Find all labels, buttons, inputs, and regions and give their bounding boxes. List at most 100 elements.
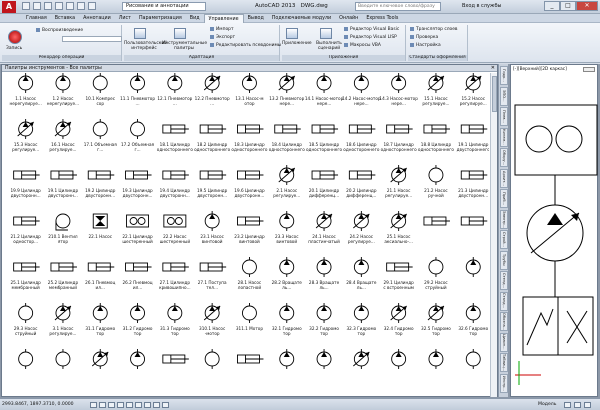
- symbol-tile[interactable]: 32.5 Гидромотор: [421, 303, 451, 336]
- app-logo-icon[interactable]: A: [2, 1, 16, 13]
- transparency-icon[interactable]: [162, 402, 169, 408]
- tab-annotate[interactable]: Аннотации: [79, 14, 115, 23]
- tab-express-tools[interactable]: Express Tools: [362, 14, 402, 23]
- symbol-tile[interactable]: 11.1 Пневмотор...: [120, 73, 155, 106]
- symbol-tile[interactable]: 32.1 Гидромотор: [272, 303, 302, 336]
- tab-manage[interactable]: Управление: [203, 13, 244, 23]
- symbol-tile[interactable]: 20.1 Цилиндрдифференц...: [309, 170, 340, 198]
- symbol-tile[interactable]: [204, 349, 220, 369]
- symbol-tile[interactable]: 25.1 Цилиндрмембранный: [10, 262, 41, 290]
- vba-macros-button[interactable]: Макросы VBA: [344, 43, 381, 48]
- vlisp-editor-button[interactable]: Редактор Visual LISP: [344, 35, 397, 40]
- save-as-icon[interactable]: [55, 2, 63, 10]
- vb-editor-button[interactable]: Редактор Visual Basic: [344, 27, 399, 32]
- palette-tab[interactable]: Трубы: [500, 250, 508, 270]
- symbol-tile[interactable]: 31.3 Гидромотор: [160, 303, 190, 336]
- symbol-tile[interactable]: 32.2 Гидромотор: [309, 303, 339, 336]
- workspace-settings-icon[interactable]: [584, 402, 591, 408]
- drawing-viewport[interactable]: [-][Верхний][2D каркас]: [510, 64, 598, 397]
- new-file-icon[interactable]: [22, 2, 30, 10]
- otrack-icon[interactable]: [144, 402, 151, 408]
- symbol-tile[interactable]: 28.3 Вращатель...: [309, 257, 340, 290]
- symbol-tile[interactable]: 15.3 Насосрегулируе...: [12, 119, 39, 152]
- symbol-tile[interactable]: [91, 349, 109, 369]
- symbol-tile[interactable]: 18.6 Цилиндродностороннего: [343, 124, 380, 152]
- undo-icon[interactable]: [77, 2, 85, 10]
- search-input[interactable]: Введите ключевое слово/фразу: [355, 2, 441, 11]
- symbol-tile[interactable]: 32.6 Гидромотор: [458, 303, 489, 336]
- symbol-tile[interactable]: [162, 354, 189, 364]
- palette-tab[interactable]: Таблиц...: [500, 353, 508, 372]
- palette-tab[interactable]: Кинем...: [500, 127, 508, 147]
- tab-plugins[interactable]: Подключаемые модули: [268, 14, 335, 23]
- palette-tab[interactable]: ЭПО...: [500, 86, 508, 106]
- symbol-tile[interactable]: 13.2 Пневмоторнере...: [269, 73, 305, 106]
- run-script-icon[interactable]: [320, 28, 332, 39]
- symbol-tile[interactable]: 10.1 Компрессор: [85, 73, 116, 106]
- symbol-tile[interactable]: 18.3 Цилиндродностороннего: [231, 124, 268, 152]
- polar-icon[interactable]: [126, 402, 133, 408]
- ui-customize-icon[interactable]: [134, 28, 146, 39]
- tool-palettes-icon[interactable]: [174, 28, 186, 39]
- symbol-tile[interactable]: 18.2 Цилиндродностороннего: [194, 124, 231, 152]
- palette-tab[interactable]: Обору...: [500, 148, 508, 167]
- save-icon[interactable]: [44, 2, 52, 10]
- palette-tab[interactable]: Гидр...: [500, 66, 508, 85]
- symbol-tile[interactable]: 31.1 Гидромотор: [85, 303, 116, 336]
- snap-icon[interactable]: [99, 402, 106, 408]
- symbol-tile[interactable]: 32.4 Гидромотор: [384, 303, 414, 336]
- symbol-tile[interactable]: 23.1 Насосвинтовой: [200, 211, 225, 244]
- symbol-tile[interactable]: 27.1 Цилиндркривошипно...: [159, 262, 191, 290]
- palette-tab[interactable]: Цилин...: [500, 332, 508, 352]
- symbol-tile[interactable]: 18.5 Цилиндродностороннего: [306, 124, 343, 152]
- palette-tab[interactable]: Пнев...: [500, 107, 508, 126]
- symbol-tile[interactable]: [316, 349, 332, 369]
- symbol-tile[interactable]: [130, 349, 146, 369]
- zoom-icon[interactable]: [564, 402, 571, 408]
- symbol-tile[interactable]: [428, 349, 444, 369]
- symbol-tile[interactable]: [55, 349, 71, 369]
- symbol-tile[interactable]: 19.4 Цилиндрдвусторонн...: [160, 170, 191, 198]
- annotation-scale-icon[interactable]: [574, 402, 581, 408]
- minimize-button[interactable]: _: [544, 1, 560, 11]
- tab-view[interactable]: Вид: [186, 14, 204, 23]
- symbol-tile[interactable]: 19.9 Цилиндрдвусторонн...: [10, 170, 41, 198]
- symbol-tile[interactable]: [279, 349, 295, 369]
- symbol-tile[interactable]: 14.1 Насос-моторнере...: [305, 73, 344, 106]
- symbol-tile[interactable]: 19.5 Цилиндрдвусторонн...: [197, 170, 228, 198]
- redo-icon[interactable]: [88, 2, 96, 10]
- export-button[interactable]: Экспорт: [210, 35, 235, 40]
- symbol-tile[interactable]: 28.1 Насослопастной: [238, 257, 262, 290]
- sign-in-button[interactable]: Вход в службы: [462, 3, 501, 9]
- symbol-tile[interactable]: 15.1 Насосрегулируе...: [422, 73, 449, 106]
- tab-parametric[interactable]: Параметризация: [135, 14, 186, 23]
- symbol-tile[interactable]: 12.1 Пневмотор...: [157, 73, 193, 106]
- symbol-tile[interactable]: 18.7 Цилиндродностороннего: [381, 124, 418, 152]
- symbol-tile[interactable]: 25.1 Насосаксиально-...: [384, 211, 413, 244]
- check-button[interactable]: Проверка: [410, 35, 438, 40]
- palette-tab[interactable]: Архит...: [500, 168, 508, 188]
- symbol-tile[interactable]: 32.3 Гидромотор: [346, 303, 377, 336]
- grid-icon[interactable]: [108, 402, 115, 408]
- tab-output[interactable]: Вывод: [244, 14, 268, 23]
- symbol-tile[interactable]: 17.1 Объемнаяг...: [84, 119, 118, 152]
- symbol-tile[interactable]: 22.2 Насосшестеренный: [160, 214, 191, 244]
- palette-tab[interactable]: Приб...: [500, 189, 508, 208]
- symbol-tile[interactable]: 22.1 Цилиндршестеренный: [122, 214, 153, 244]
- edit-aliases-button[interactable]: Редактировать псевдонимы: [210, 43, 281, 48]
- symbol-tile[interactable]: [423, 216, 450, 226]
- palette-close-icon[interactable]: ✕: [491, 65, 495, 72]
- symbol-tile[interactable]: [460, 216, 488, 226]
- symbol-tile[interactable]: 310.1 Насос-мотор: [199, 303, 226, 336]
- palette-tab[interactable]: Стенд...: [500, 271, 508, 290]
- symbol-tile[interactable]: 19.2 Цилиндрдвусторонн...: [85, 170, 116, 198]
- symbol-tile[interactable]: 15.2 Насосрегулируе...: [460, 73, 487, 106]
- model-tab[interactable]: Модель: [538, 402, 556, 407]
- scroll-thumb[interactable]: [492, 76, 497, 112]
- import-button[interactable]: Импорт: [210, 27, 234, 32]
- symbol-tile[interactable]: 3.1 Насосрегулируе...: [49, 303, 76, 336]
- symbol-tile[interactable]: 26.2 Пневмоцил...: [122, 262, 153, 290]
- symbol-tile[interactable]: 20.2 Цилиндрдифференц...: [346, 170, 377, 198]
- symbol-tile[interactable]: 14.3 Насос-моторнере...: [379, 73, 418, 106]
- symbol-tile[interactable]: [391, 349, 407, 369]
